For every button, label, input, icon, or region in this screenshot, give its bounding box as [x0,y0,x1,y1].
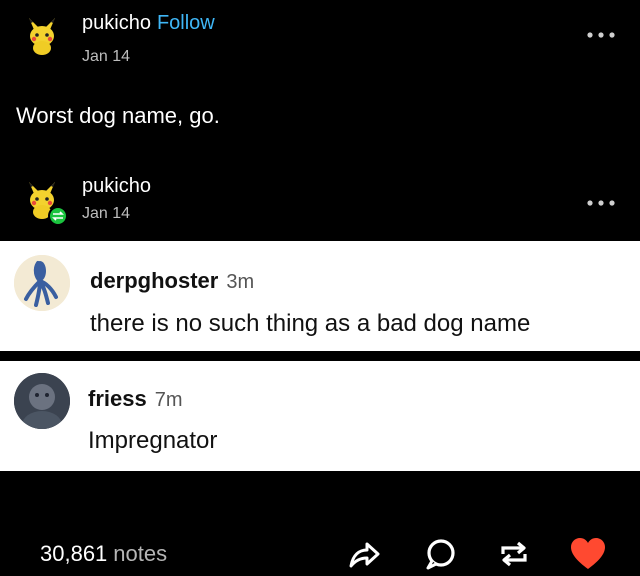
heart-icon[interactable] [569,537,607,571]
more-dots-icon[interactable] [586,188,616,214]
comment-card: friess 7m Impregnator [0,361,640,471]
post-username[interactable]: pukicho [82,12,151,34]
avatar[interactable] [20,12,64,56]
follow-button[interactable]: Follow [157,12,215,34]
notes-link[interactable]: 30,861 notes [40,541,167,567]
reply-icon[interactable] [423,537,457,571]
reblog-icon[interactable] [497,537,531,571]
notes-count: 30,861 [40,541,108,566]
pikachu-avatar-icon [20,12,64,56]
pikachu-avatar-icon [20,178,70,228]
comment-text: there is no such thing as a bad dog name [90,310,531,337]
reblog-avatar[interactable] [20,178,70,228]
notes-label: notes [113,541,168,566]
comment-time: 3m [226,271,255,293]
comment-text: Impregnator [88,427,218,454]
profile-photo-icon [14,373,70,429]
avatar[interactable] [14,255,70,311]
post-date: Jan 14 [82,48,131,65]
comment-card: derpghoster 3m there is no such thing as … [0,241,640,351]
squid-avatar-icon [14,255,70,311]
reblog-username[interactable]: pukicho [82,175,151,198]
reblog-date: Jan 14 [82,205,131,222]
more-dots-icon[interactable] [586,20,616,46]
comment-username[interactable]: friess [88,386,147,411]
comment-time: 7m [154,389,183,411]
comment-username[interactable]: derpghoster [90,268,218,293]
post-body: Worst dog name, go. [16,103,220,128]
avatar[interactable] [14,373,70,429]
share-icon[interactable] [347,537,381,571]
